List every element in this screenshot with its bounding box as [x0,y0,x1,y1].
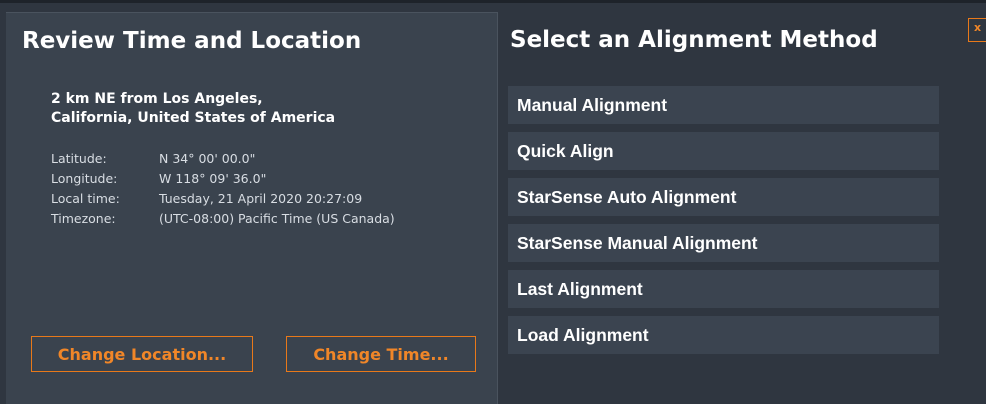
quick-align-option[interactable]: Quick Align [508,132,939,170]
location-info: Latitude: N 34° 00' 00.0" Longitude: W 1… [51,149,395,229]
load-alignment-option[interactable]: Load Alignment [508,316,939,354]
manual-alignment-option[interactable]: Manual Alignment [508,86,939,124]
latitude-label: Latitude: [51,151,107,166]
review-panel: Review Time and Location 2 km NE from Lo… [6,12,498,404]
location-line-2: California, United States of America [51,110,336,126]
timezone-value: (UTC-08:00) Pacific Time (US Canada) [159,211,395,226]
local-time-row: Local time: Tuesday, 21 April 2020 20:27… [51,189,395,209]
latitude-value: N 34° 00' 00.0" [159,151,256,166]
longitude-row: Longitude: W 118° 09' 36.0" [51,169,395,189]
timezone-row: Timezone: (UTC-08:00) Pacific Time (US C… [51,209,395,229]
last-alignment-option[interactable]: Last Alignment [508,270,939,308]
alignment-title: Select an Alignment Method [510,27,878,53]
top-border [0,0,986,3]
timezone-label: Timezone: [51,211,116,226]
change-time-button[interactable]: Change Time... [286,336,476,372]
location-line-1: 2 km NE from Los Angeles, [51,91,263,107]
local-time-value: Tuesday, 21 April 2020 20:27:09 [159,191,363,206]
alignment-panel: Select an Alignment Method Manual Alignm… [499,12,986,404]
close-button[interactable]: x [968,18,986,42]
app-window: Review Time and Location 2 km NE from Lo… [0,0,986,404]
alignment-method-list: Manual Alignment Quick Align StarSense A… [508,86,939,362]
location-name: 2 km NE from Los Angeles, California, Un… [51,90,471,128]
starsense-manual-alignment-option[interactable]: StarSense Manual Alignment [508,224,939,262]
change-location-button[interactable]: Change Location... [31,336,253,372]
longitude-value: W 118° 09' 36.0" [159,171,267,186]
starsense-auto-alignment-option[interactable]: StarSense Auto Alignment [508,178,939,216]
review-title: Review Time and Location [22,28,362,54]
latitude-row: Latitude: N 34° 00' 00.0" [51,149,395,169]
longitude-label: Longitude: [51,171,118,186]
local-time-label: Local time: [51,191,120,206]
